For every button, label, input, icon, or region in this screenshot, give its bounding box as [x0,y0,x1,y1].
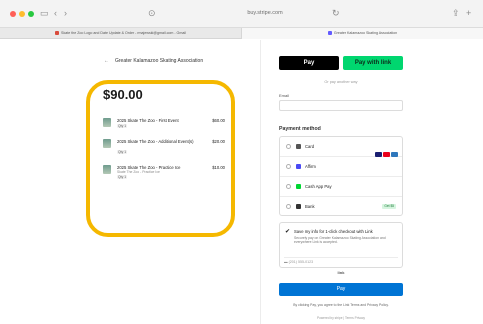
pay-button[interactable]: Pay [279,283,403,296]
close-window-button[interactable] [10,11,16,17]
link-pay-button[interactable]: Pay with link [343,56,403,70]
stripe-icon [327,31,332,36]
payment-option-label: Card [305,144,315,149]
back-icon[interactable]: ‹ [54,7,57,19]
payment-option-label: Cash App Pay [305,184,332,189]
payment-methods: Card Affirm Cash App Pay Bank Get $5 [279,136,403,216]
checkout-form: Pay Pay with link Or pay another way Ema… [260,40,483,324]
payment-option-label: Bank [305,204,315,209]
share-icon[interactable]: ⇪ [452,7,460,19]
email-label: Email [279,93,290,98]
new-tab-icon[interactable]: + [466,7,471,19]
save-info-title: Save my info for 1-click checkout with L… [294,229,373,234]
radio-button[interactable] [286,204,291,209]
sidebar-icon[interactable]: ▭ [40,7,49,19]
save-info-description: Securely pay on Greater Kalamazoo Skatin… [294,236,386,245]
link-save-box: ✔ Save my info for 1-click checkout with… [279,222,403,268]
back-arrow-icon[interactable]: ← [104,58,109,64]
promo-badge: Get $5 [382,204,396,209]
tab-label: Skate the Zoo Logo and Date Update & Ord… [61,31,186,35]
order-summary: ← Greater Kalamazoo Skating Association $… [0,40,260,324]
payment-option-card[interactable]: Card [280,137,402,157]
highlight-annotation [86,80,235,237]
radio-button[interactable] [286,144,291,149]
tab-bar: Skate the Zoo Logo and Date Update & Ord… [0,28,483,39]
or-divider: Or pay another way [324,80,358,84]
merchant-name: Greater Kalamazoo Skating Association [115,58,204,64]
shield-icon[interactable]: ⊙ [148,7,156,19]
browser-toolbar: ▭ ‹ › ⊙ buy.stripe.com ↻ ⇪ + [0,0,483,28]
payment-option-bank[interactable]: Bank Get $5 [280,197,402,217]
radio-button[interactable] [286,164,291,169]
radio-button[interactable] [286,184,291,189]
apple-pay-button[interactable]: Pay [279,56,339,70]
tab-gmail[interactable]: Skate the Zoo Logo and Date Update & Ord… [0,28,241,39]
payment-option-cash-app[interactable]: Cash App Pay [280,177,402,197]
affirm-icon [296,164,301,169]
checkbox-checked-icon[interactable]: ✔ [285,229,290,235]
link-pay-label: Pay with link [354,60,392,66]
tab-label: Greater Kalamazoo Skating Association [333,31,398,35]
maximize-window-button[interactable] [28,11,34,17]
tab-stripe-checkout[interactable]: Greater Kalamazoo Skating Association [241,28,483,39]
payment-option-affirm[interactable]: Affirm [280,157,402,177]
payment-method-title: Payment method [279,126,321,132]
merchant-header: ← Greater Kalamazoo Skating Association [104,58,203,64]
stripe-footer: Powered by stripe | Terms Privacy [316,316,366,320]
reload-icon[interactable]: ↻ [332,7,340,19]
cashapp-icon [296,184,301,189]
address-bar[interactable]: buy.stripe.com [205,7,325,20]
card-brands [374,144,398,157]
terms-text: By clicking Pay, you agree to the Link T… [293,303,389,307]
minimize-window-button[interactable] [19,11,25,17]
phone-field[interactable]: ▬ (201) 555-0123 [284,257,398,265]
phone-placeholder: (201) 555-0123 [288,260,314,264]
email-field[interactable] [279,100,403,111]
forward-icon[interactable]: › [64,7,67,19]
payment-option-label: Affirm [305,164,316,169]
apple-pay-label: Pay [303,60,315,66]
bank-icon [296,204,301,209]
link-logo: link [337,270,345,275]
gmail-icon [55,31,60,36]
card-icon [296,144,301,149]
